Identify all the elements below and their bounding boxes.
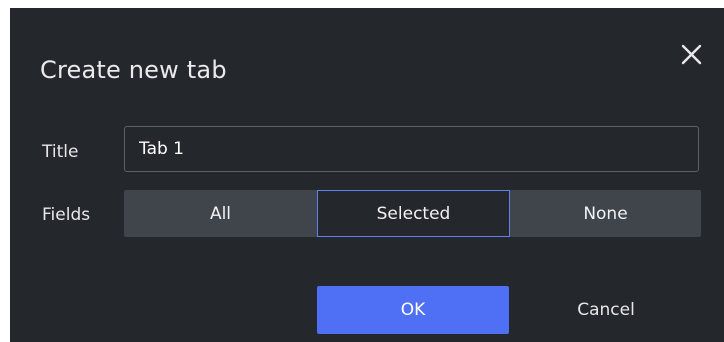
fields-option-selected[interactable]: Selected xyxy=(317,190,510,237)
close-icon xyxy=(681,44,702,65)
ok-button[interactable]: OK xyxy=(317,286,509,334)
fields-segmented-control: All Selected None xyxy=(124,190,701,237)
title-label: Title xyxy=(42,142,79,162)
create-tab-dialog: Create new tab Title Fields All Selected… xyxy=(10,8,724,342)
cancel-button[interactable]: Cancel xyxy=(510,286,702,334)
fields-option-none[interactable]: None xyxy=(510,190,701,237)
dialog-title: Create new tab xyxy=(40,56,227,84)
title-input[interactable] xyxy=(124,126,699,172)
close-button[interactable] xyxy=(674,36,710,72)
fields-label: Fields xyxy=(42,205,91,225)
fields-option-all[interactable]: All xyxy=(124,190,317,237)
